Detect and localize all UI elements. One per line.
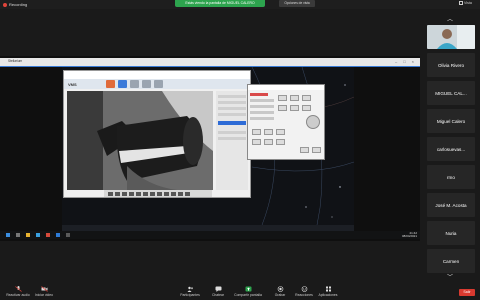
participant-tile[interactable]: Carmen — [427, 249, 475, 273]
dialog-button[interactable] — [264, 129, 273, 135]
playback-controls[interactable] — [104, 190, 212, 197]
participants-icon — [187, 286, 193, 292]
maximize-icon: □ — [403, 59, 406, 64]
view-button[interactable]: Vista — [459, 1, 472, 5]
participant-tile[interactable]: José M. Acosta — [427, 193, 475, 217]
share-screen-icon — [245, 286, 251, 292]
app-icon — [56, 233, 60, 237]
camera-app-window: VMS — [63, 70, 251, 198]
camera-app-sidepanel — [216, 91, 248, 190]
grid-icon — [459, 1, 463, 5]
reactions-icon — [301, 286, 307, 292]
recording-indicator[interactable]: Recording — [3, 1, 27, 8]
remote-window-title: Stellarium — [8, 59, 23, 63]
camera-app-toolbar: VMS — [64, 79, 250, 89]
apps-button[interactable]: Aplicaciones — [310, 286, 346, 300]
start-video-button[interactable]: Iniciar video — [26, 286, 62, 300]
minimize-icon: – — [395, 59, 398, 64]
settings-tool-icon — [130, 80, 139, 88]
view-options-button[interactable]: Opciones de vista — [279, 0, 315, 7]
direction-pad[interactable] — [306, 115, 320, 129]
search-icon — [16, 233, 20, 237]
apps-icon — [325, 286, 331, 292]
remote-window-titlebar: Stellarium – □ × — [0, 58, 420, 66]
dialog-button[interactable] — [264, 139, 273, 145]
camera-app-titlebar — [64, 71, 250, 79]
participant-tile[interactable]: Nuria — [427, 221, 475, 245]
record-tool-icon — [106, 80, 115, 88]
participant-tile[interactable]: MIGUEL CAL... — [427, 81, 475, 105]
chevron-down-icon[interactable]: ﹀ — [447, 272, 453, 281]
recording-label: Recording — [9, 2, 28, 7]
dialog-button[interactable] — [278, 105, 287, 111]
folder-tool-icon — [142, 80, 151, 88]
dialog-button[interactable] — [300, 147, 309, 153]
folder-icon — [26, 233, 30, 237]
status-indicator — [250, 93, 268, 96]
app-icon — [46, 233, 50, 237]
participant-tile[interactable]: carlosuevas... — [427, 137, 475, 161]
dialog-titlebar — [248, 85, 324, 90]
dialog-button[interactable] — [290, 95, 299, 101]
dialog-button[interactable] — [302, 95, 311, 101]
remote-taskbar: 21:42 08/04/2021 — [0, 231, 420, 239]
grid-tool-icon — [154, 80, 163, 88]
dialog-button[interactable] — [252, 129, 261, 135]
record-icon — [277, 286, 283, 292]
start-icon — [6, 233, 10, 237]
participant-tile[interactable]: Olivia Rivero — [427, 53, 475, 77]
leave-button[interactable]: Salir — [459, 289, 475, 296]
video-off-icon — [40, 286, 48, 292]
participant-video-tile[interactable] — [427, 25, 475, 49]
camera-app-title: VMS — [68, 82, 77, 87]
view-label: Vista — [464, 1, 472, 5]
recording-dot-icon — [3, 2, 7, 7]
chevron-up-icon[interactable]: ︿ — [447, 14, 453, 23]
close-icon: × — [411, 59, 414, 64]
participant-tile[interactable]: rmo — [427, 165, 475, 189]
dialog-button[interactable] — [302, 105, 311, 111]
remote-clock: 21:42 08/04/2021 — [401, 231, 417, 238]
dialog-button[interactable] — [312, 147, 321, 153]
browser-icon — [36, 233, 40, 237]
camera-feed — [67, 91, 213, 190]
mount-control-dialog — [247, 84, 325, 160]
selected-item[interactable] — [218, 121, 246, 125]
dialog-button[interactable] — [276, 129, 285, 135]
share-screen-button[interactable]: Compartir pantalla — [230, 286, 266, 300]
zoom-window: Recording Estás viendo la pantalla de MI… — [0, 0, 480, 300]
chat-icon — [215, 286, 221, 292]
participant-video — [427, 25, 475, 49]
dialog-button[interactable] — [278, 95, 287, 101]
camera-tool-icon — [118, 80, 127, 88]
muted-mic-icon — [14, 286, 22, 292]
telescope-image — [67, 91, 213, 190]
participant-tile[interactable]: Miguel Calero — [427, 109, 475, 133]
app-icon — [66, 233, 70, 237]
viewing-share-banner: Estás viendo la pantalla de MIGUEL CALER… — [175, 0, 265, 7]
dialog-button[interactable] — [290, 105, 299, 111]
dialog-button[interactable] — [276, 139, 285, 145]
dialog-button[interactable] — [252, 139, 261, 145]
top-bar: Recording Estás viendo la pantalla de MI… — [0, 0, 480, 9]
